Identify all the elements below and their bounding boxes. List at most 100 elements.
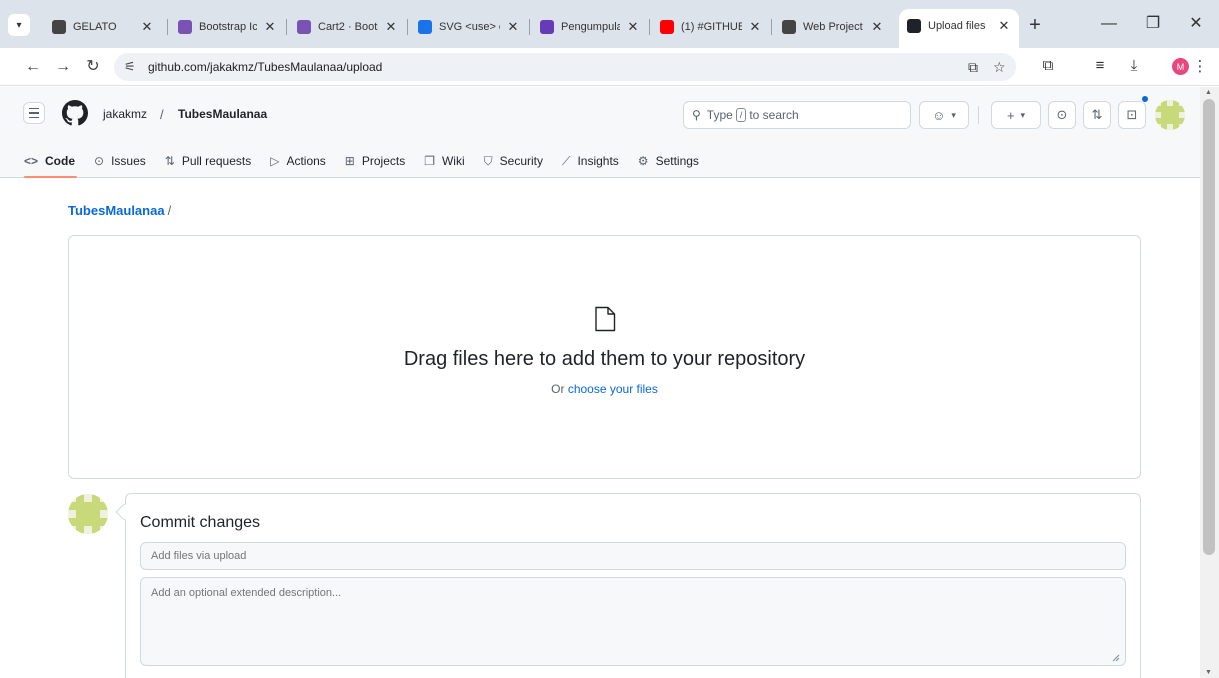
- tab-separator: [771, 19, 772, 35]
- pull-request-icon: ⇅: [1091, 107, 1103, 122]
- nav-label: Pull requests: [181, 154, 252, 168]
- menu-kebab-icon[interactable]: ⋮: [1190, 57, 1210, 75]
- scroll-down-icon[interactable]: ▼: [1205, 669, 1212, 676]
- new-tab-button[interactable]: +: [1023, 13, 1047, 37]
- bookmark-star-icon[interactable]: ☆: [993, 59, 1006, 76]
- notification-indicator: [1141, 95, 1149, 103]
- drop-zone-or: Or: [551, 382, 565, 396]
- breadcrumb: TubesMaulanaa /: [68, 203, 171, 218]
- forms-icon: [540, 20, 554, 34]
- browser-tab[interactable]: Web Project ✕: [774, 14, 892, 40]
- browser-tab[interactable]: (1) #GITHUB ✕: [652, 14, 770, 40]
- book-icon: ❐: [424, 154, 435, 168]
- globe-icon: [52, 20, 66, 34]
- reading-list-icon[interactable]: ≡: [1090, 57, 1110, 74]
- url-text: github.com/jakakmz/TubesMaulanaa/upload: [148, 60, 383, 74]
- reload-button[interactable]: ↻: [82, 56, 104, 78]
- search-input[interactable]: ⚲ Type / to search: [683, 101, 911, 129]
- scrollbar-thumb[interactable]: [1203, 99, 1215, 555]
- user-avatar[interactable]: [1155, 100, 1185, 130]
- tab-settings[interactable]: ⚙ Settings: [638, 144, 699, 178]
- copilot-button[interactable]: ☺ ▾: [919, 101, 969, 129]
- breadcrumb-separator: /: [160, 107, 164, 122]
- file-icon: [595, 306, 616, 332]
- minimize-button[interactable]: —: [1094, 12, 1124, 36]
- issues-button[interactable]: ⊙: [1048, 101, 1076, 129]
- bootstrap-icon: [178, 20, 192, 34]
- browser-tab[interactable]: Cart2 · Boots ✕: [289, 14, 406, 40]
- tab-pull-requests[interactable]: ⇅ Pull requests: [165, 144, 251, 178]
- commit-description-input[interactable]: [140, 577, 1126, 666]
- create-new-button[interactable]: + ▾: [991, 101, 1041, 129]
- issue-icon: ⊙: [94, 154, 105, 168]
- nav-label: Issues: [111, 154, 146, 168]
- tab-search-button[interactable]: ▾: [8, 14, 30, 36]
- close-window-button[interactable]: ✕: [1181, 12, 1211, 36]
- nav-label: Security: [499, 154, 544, 168]
- close-tab-icon[interactable]: ✕: [384, 19, 398, 35]
- chevron-down-icon: ▾: [951, 109, 956, 120]
- owner-link[interactable]: jakakmz: [103, 107, 147, 121]
- tab-code[interactable]: <> Code: [24, 144, 78, 178]
- browser-tab[interactable]: Upload files ✕: [899, 9, 1019, 48]
- site-settings-icon[interactable]: ⚟: [124, 59, 136, 75]
- github-logo-icon[interactable]: [62, 100, 88, 126]
- nav-label: Wiki: [441, 154, 465, 168]
- address-bar[interactable]: ⚟ github.com/jakakmz/TubesMaulanaa/uploa…: [114, 53, 1016, 81]
- drop-zone-subtitle: Or choose your files: [69, 382, 1140, 396]
- scroll-up-icon[interactable]: ▲: [1205, 89, 1212, 96]
- resize-grip-icon[interactable]: [1112, 654, 1120, 662]
- table-icon: ⊞: [344, 154, 355, 168]
- repo-nav: <> Code ⊙ Issues ⇅ Pull requests ▷ Actions ⊞ Proj…: [24, 144, 718, 178]
- commit-summary-input[interactable]: [140, 542, 1126, 570]
- browser-tab[interactable]: Pengumpula ✕: [532, 14, 648, 40]
- nav-label: Insights: [577, 154, 619, 168]
- tab-label: Upload files: [928, 20, 986, 32]
- close-tab-icon[interactable]: ✕: [997, 18, 1011, 34]
- close-tab-icon[interactable]: ✕: [506, 19, 520, 35]
- graph-icon: ⟋: [562, 153, 571, 168]
- close-tab-icon[interactable]: ✕: [140, 19, 154, 35]
- download-icon[interactable]: ⤓: [1124, 57, 1144, 74]
- back-button[interactable]: ←: [22, 56, 44, 78]
- browser-tab[interactable]: Bootstrap Ico ✕: [170, 14, 285, 40]
- forward-button[interactable]: →: [52, 56, 74, 78]
- search-prefix: Type: [706, 108, 733, 122]
- search-icon: ⚲: [692, 108, 701, 122]
- repo-link[interactable]: TubesMaulanaa: [178, 107, 267, 121]
- breadcrumb-repo-link[interactable]: TubesMaulanaa: [68, 203, 165, 218]
- inbox-button[interactable]: ⊡: [1118, 101, 1146, 129]
- tab-projects[interactable]: ⊞ Projects: [345, 144, 405, 178]
- pull-requests-button[interactable]: ⇅: [1083, 101, 1111, 129]
- browser-tab[interactable]: GELATO ✕: [44, 14, 162, 40]
- nav-label: Code: [45, 154, 76, 168]
- page-scrollbar[interactable]: ▲ ▼: [1200, 87, 1219, 678]
- profile-avatar[interactable]: M: [1172, 58, 1189, 75]
- browser-tab[interactable]: SVG <use> e ✕: [410, 14, 528, 40]
- globe-icon: [782, 20, 796, 34]
- tab-actions[interactable]: ▷ Actions: [270, 144, 326, 178]
- browser-toolbar: ← → ↻ ⚟ github.com/jakakmz/TubesMaulanaa…: [0, 48, 1219, 86]
- close-tab-icon[interactable]: ✕: [263, 19, 277, 35]
- nav-label: Projects: [361, 154, 406, 168]
- tab-label: Web Project: [803, 21, 863, 33]
- install-app-icon[interactable]: ⧉: [968, 59, 978, 76]
- tab-insights[interactable]: ⟋ Insights: [562, 144, 619, 178]
- close-tab-icon[interactable]: ✕: [870, 19, 884, 35]
- tab-security[interactable]: ⛉ Security: [484, 144, 543, 178]
- tab-label: Bootstrap Ico: [199, 21, 257, 33]
- pull-request-icon: ⇅: [164, 154, 175, 168]
- file-drop-zone[interactable]: Drag files here to add them to your repo…: [68, 235, 1141, 479]
- close-tab-icon[interactable]: ✕: [626, 19, 640, 35]
- hamburger-menu-button[interactable]: [23, 102, 45, 124]
- nav-label: Actions: [286, 154, 326, 168]
- close-tab-icon[interactable]: ✕: [748, 19, 762, 35]
- choose-files-link[interactable]: choose your files: [568, 382, 658, 396]
- commit-changes-panel: Commit changes: [125, 493, 1141, 678]
- tab-wiki[interactable]: ❐ Wiki: [424, 144, 464, 178]
- inbox-icon: ⊡: [1126, 107, 1138, 122]
- shield-icon: ⛉: [483, 153, 493, 168]
- tab-issues[interactable]: ⊙ Issues: [94, 144, 146, 178]
- restore-button[interactable]: ❐: [1138, 12, 1168, 36]
- extensions-icon[interactable]: ⧉: [1038, 57, 1058, 74]
